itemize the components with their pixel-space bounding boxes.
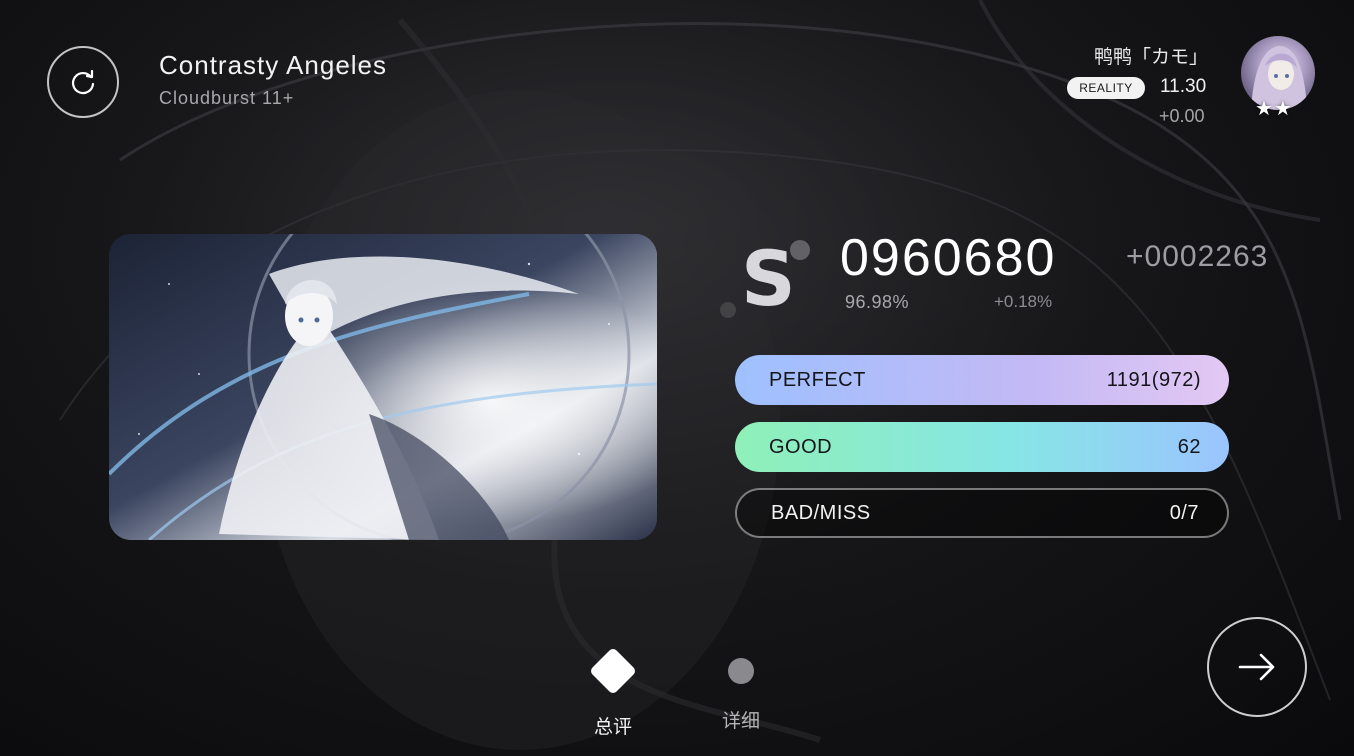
song-title: Contrasty Angeles [159,50,388,80]
dot-icon [728,658,754,684]
rank-letter: S [741,234,796,323]
perfect-count-bar: PERFECT 1191(972) [735,355,1229,405]
perfect-label: PERFECT [769,368,866,391]
perfect-value: 1191(972) [1106,368,1201,391]
next-button[interactable] [1207,617,1307,717]
good-value: 62 [1177,435,1201,458]
bad-miss-count-bar: BAD/MISS 0/7 [735,488,1229,538]
retry-icon [71,69,95,95]
score: 0960680 [840,229,1057,287]
diamond-icon [588,646,638,696]
song-illustration [109,234,657,540]
score-delta: +0002263 [1126,240,1269,273]
tab-detail-label: 详细 [721,710,760,732]
tab-detail[interactable]: 详细 [696,648,786,733]
ranking-score: 11.30 [1160,76,1207,97]
good-label: GOOD [769,435,833,458]
ranking-score-delta: +0.00 [1159,106,1205,126]
accuracy: 96.98% [845,292,910,312]
reality-badge: REALITY [1067,77,1145,99]
result-screen: Contrasty Angeles Cloudburst 11+ 鸭鸭「カモ」 … [0,0,1354,756]
retry-button[interactable] [47,46,119,118]
bad-miss-value: 0/7 [1169,501,1199,524]
player-name: 鸭鸭「カモ」 [1093,47,1208,68]
tab-summary-label: 总评 [593,716,632,738]
bad-miss-label: BAD/MISS [771,501,871,524]
avatar-stars: ★★ [1255,98,1293,120]
arrow-right-icon [1238,653,1275,681]
good-count-bar: GOOD 62 [735,422,1229,472]
accuracy-delta: +0.18% [994,292,1053,311]
tab-summary[interactable]: 总评 [568,646,658,739]
song-difficulty: Cloudburst 11+ [159,88,295,108]
